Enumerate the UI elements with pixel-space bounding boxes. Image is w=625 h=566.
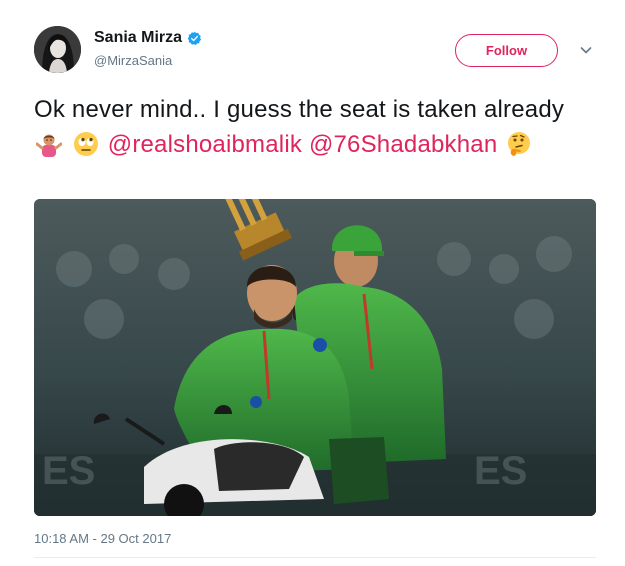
thinking-face-emoji-icon xyxy=(506,131,532,157)
display-name[interactable]: Sania Mirza xyxy=(94,29,182,47)
chevron-down-icon[interactable] xyxy=(578,42,594,58)
follow-button[interactable]: Follow xyxy=(455,34,558,67)
tweet-card: Sania Mirza @MirzaSania Follow Ok never … xyxy=(0,0,625,566)
mention-link[interactable]: @76Shadabkhan xyxy=(309,131,497,158)
tweet-text-body: Ok never mind.. I guess the seat is take… xyxy=(34,96,565,123)
verified-badge-icon xyxy=(187,31,202,46)
divider xyxy=(34,557,596,558)
user-handle[interactable]: @MirzaSania xyxy=(94,53,172,68)
name-row: Sania Mirza xyxy=(94,29,202,47)
svg-text:ES: ES xyxy=(42,449,95,493)
person-shrugging-emoji-icon xyxy=(35,131,63,157)
tweet-text: Ok never mind.. I guess the seat is take… xyxy=(34,92,594,162)
avatar[interactable] xyxy=(34,26,81,73)
rolling-eyes-emoji-icon xyxy=(73,131,99,157)
tweet-timestamp[interactable]: 10:18 AM - 29 Oct 2017 xyxy=(34,531,171,546)
mention-link[interactable]: @realshoaibmalik xyxy=(108,131,302,158)
svg-text:ES: ES xyxy=(474,449,527,493)
tweet-photo[interactable]: ES ES xyxy=(34,199,596,516)
